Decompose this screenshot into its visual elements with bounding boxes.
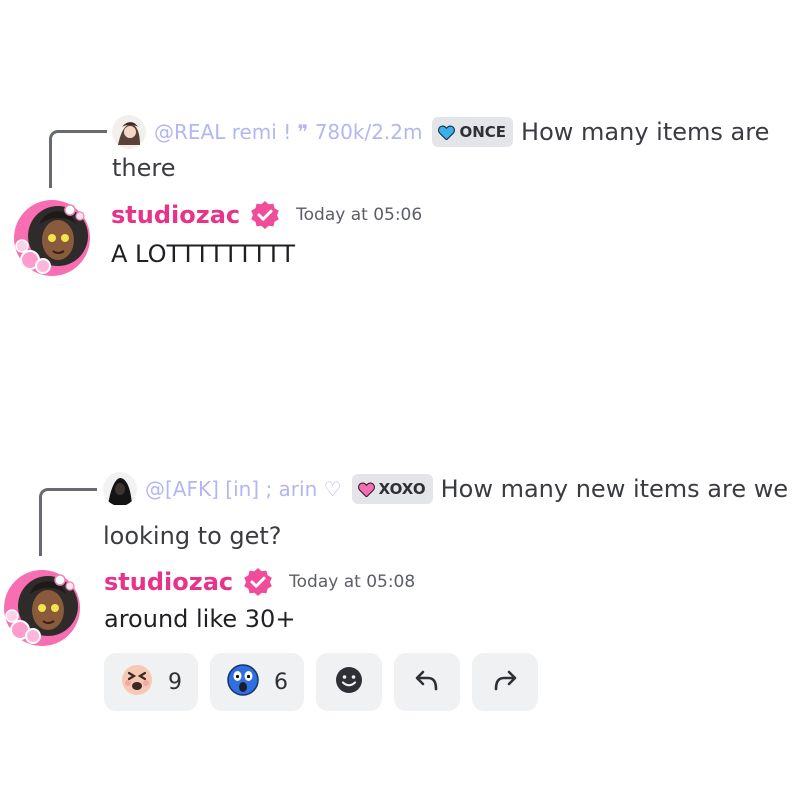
server-tag-label: XOXO: [378, 480, 426, 498]
tired-face-icon: [120, 663, 154, 701]
reply-username[interactable]: @[AFK] [in] ; arin ♡: [145, 477, 342, 501]
reply-connector: [39, 488, 97, 556]
add-reaction-button[interactable]: [316, 653, 382, 711]
heart-icon: [438, 125, 456, 140]
forward-button[interactable]: [472, 653, 538, 711]
reply-text-continued[interactable]: looking to get?: [103, 522, 282, 550]
reply-preview[interactable]: @REAL remi ! ❞ 780k/2.2m ONCE How many i…: [112, 115, 769, 149]
add-reaction-icon: [334, 665, 364, 699]
verified-badge-icon[interactable]: [250, 200, 280, 230]
reply-text[interactable]: How many items are: [521, 118, 769, 146]
reaction-count: 6: [274, 669, 288, 695]
forward-icon: [490, 665, 520, 699]
reaction-screaming-face[interactable]: 6: [210, 653, 304, 711]
message-content[interactable]: A LOTTTTTTTTT: [111, 240, 295, 268]
server-tag[interactable]: XOXO: [351, 474, 433, 504]
reply-text[interactable]: How many new items are we: [441, 475, 789, 503]
reaction-bar: 9 6: [104, 653, 538, 711]
heart-icon: [357, 482, 375, 497]
message-header: studiozac Today at 05:08: [104, 567, 415, 597]
reply-text-continued[interactable]: there: [112, 154, 176, 182]
reply-avatar[interactable]: [112, 115, 146, 149]
server-tag-label: ONCE: [459, 123, 507, 141]
server-tag[interactable]: ONCE: [432, 117, 514, 147]
reaction-tired-face[interactable]: 9: [104, 653, 198, 711]
reply-preview[interactable]: @[AFK] [in] ; arin ♡ XOXO How many new i…: [103, 472, 788, 506]
username[interactable]: studiozac: [104, 568, 233, 596]
reply-icon: [412, 665, 442, 699]
timestamp[interactable]: Today at 05:08: [289, 572, 415, 592]
username[interactable]: studiozac: [111, 201, 240, 229]
timestamp[interactable]: Today at 05:06: [296, 205, 422, 225]
reply-connector: [49, 130, 107, 188]
reply-avatar[interactable]: [103, 472, 137, 506]
reply-button[interactable]: [394, 653, 460, 711]
avatar[interactable]: [14, 200, 90, 276]
verified-badge-icon[interactable]: [243, 567, 273, 597]
reaction-count: 9: [168, 669, 182, 695]
message-header: studiozac Today at 05:06: [111, 200, 422, 230]
message-content[interactable]: around like 30+: [104, 605, 295, 633]
avatar[interactable]: [4, 570, 80, 646]
screaming-face-icon: [226, 663, 260, 701]
reply-username[interactable]: @REAL remi ! ❞ 780k/2.2m: [154, 120, 422, 144]
